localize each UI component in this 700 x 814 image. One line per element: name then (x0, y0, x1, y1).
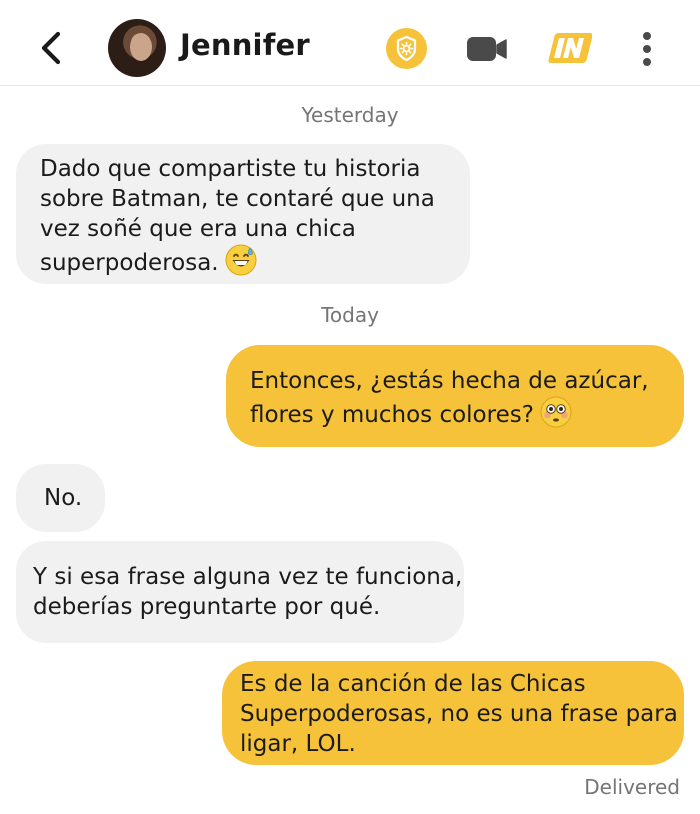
sun-badge-icon (396, 35, 417, 62)
in-logo-icon (548, 33, 593, 63)
message-line: No. (44, 485, 83, 511)
message-line: vez soñé que era una chica (40, 216, 356, 242)
message-line: ligar, LOL. (240, 731, 356, 757)
message-line: Es de la canción de las Chicas (240, 671, 586, 697)
message-bubble-outgoing[interactable]: Es de la canción de las Chicas Superpode… (222, 661, 684, 765)
message-bubble-incoming[interactable]: No. (16, 464, 105, 532)
message-bubble-incoming[interactable]: Dado que compartiste tu historia sobre B… (16, 144, 470, 284)
message-line-text: superpoderosa. (40, 250, 219, 276)
more-options-button[interactable] (636, 30, 658, 70)
date-separator-yesterday: Yesterday (301, 103, 399, 127)
message-line-text: flores y muchos colores? (250, 402, 534, 428)
in-logo-button[interactable] (546, 30, 593, 66)
message-line: flores y muchos colores? (250, 396, 684, 436)
grinning-sweat-emoji-icon (225, 244, 257, 284)
chevron-left-icon (41, 31, 61, 65)
message-line: Entonces, ¿estás hecha de azúcar, (250, 368, 649, 394)
message-line: Y si esa frase alguna vez te funciona, (33, 564, 463, 590)
video-call-button[interactable] (466, 36, 508, 62)
more-vertical-icon (643, 32, 651, 66)
message-line: deberías preguntarte por qué. (33, 594, 381, 620)
message-bubble-incoming[interactable]: Y si esa frase alguna vez te funciona, d… (16, 541, 464, 643)
message-line: Superpoderosas, no es una frase para (240, 701, 678, 727)
delivery-status: Delivered (584, 775, 680, 799)
message-line: Dado que compartiste tu historia (40, 156, 421, 182)
message-line: sobre Batman, te contaré que una (40, 186, 435, 212)
message-line: superpoderosa. (40, 244, 470, 284)
sun-badge-button[interactable] (386, 28, 427, 69)
avatar-face (130, 33, 152, 61)
contact-name[interactable]: Jennifer (180, 28, 310, 62)
message-bubble-outgoing[interactable]: Entonces, ¿estás hecha de azúcar, flores… (226, 345, 684, 447)
chat-header: Jennifer (0, 0, 700, 86)
video-call-icon (467, 37, 507, 61)
flushed-face-emoji-icon (540, 396, 572, 436)
back-button[interactable] (30, 24, 74, 72)
contact-avatar[interactable] (108, 19, 166, 77)
date-separator-today: Today (321, 303, 379, 327)
